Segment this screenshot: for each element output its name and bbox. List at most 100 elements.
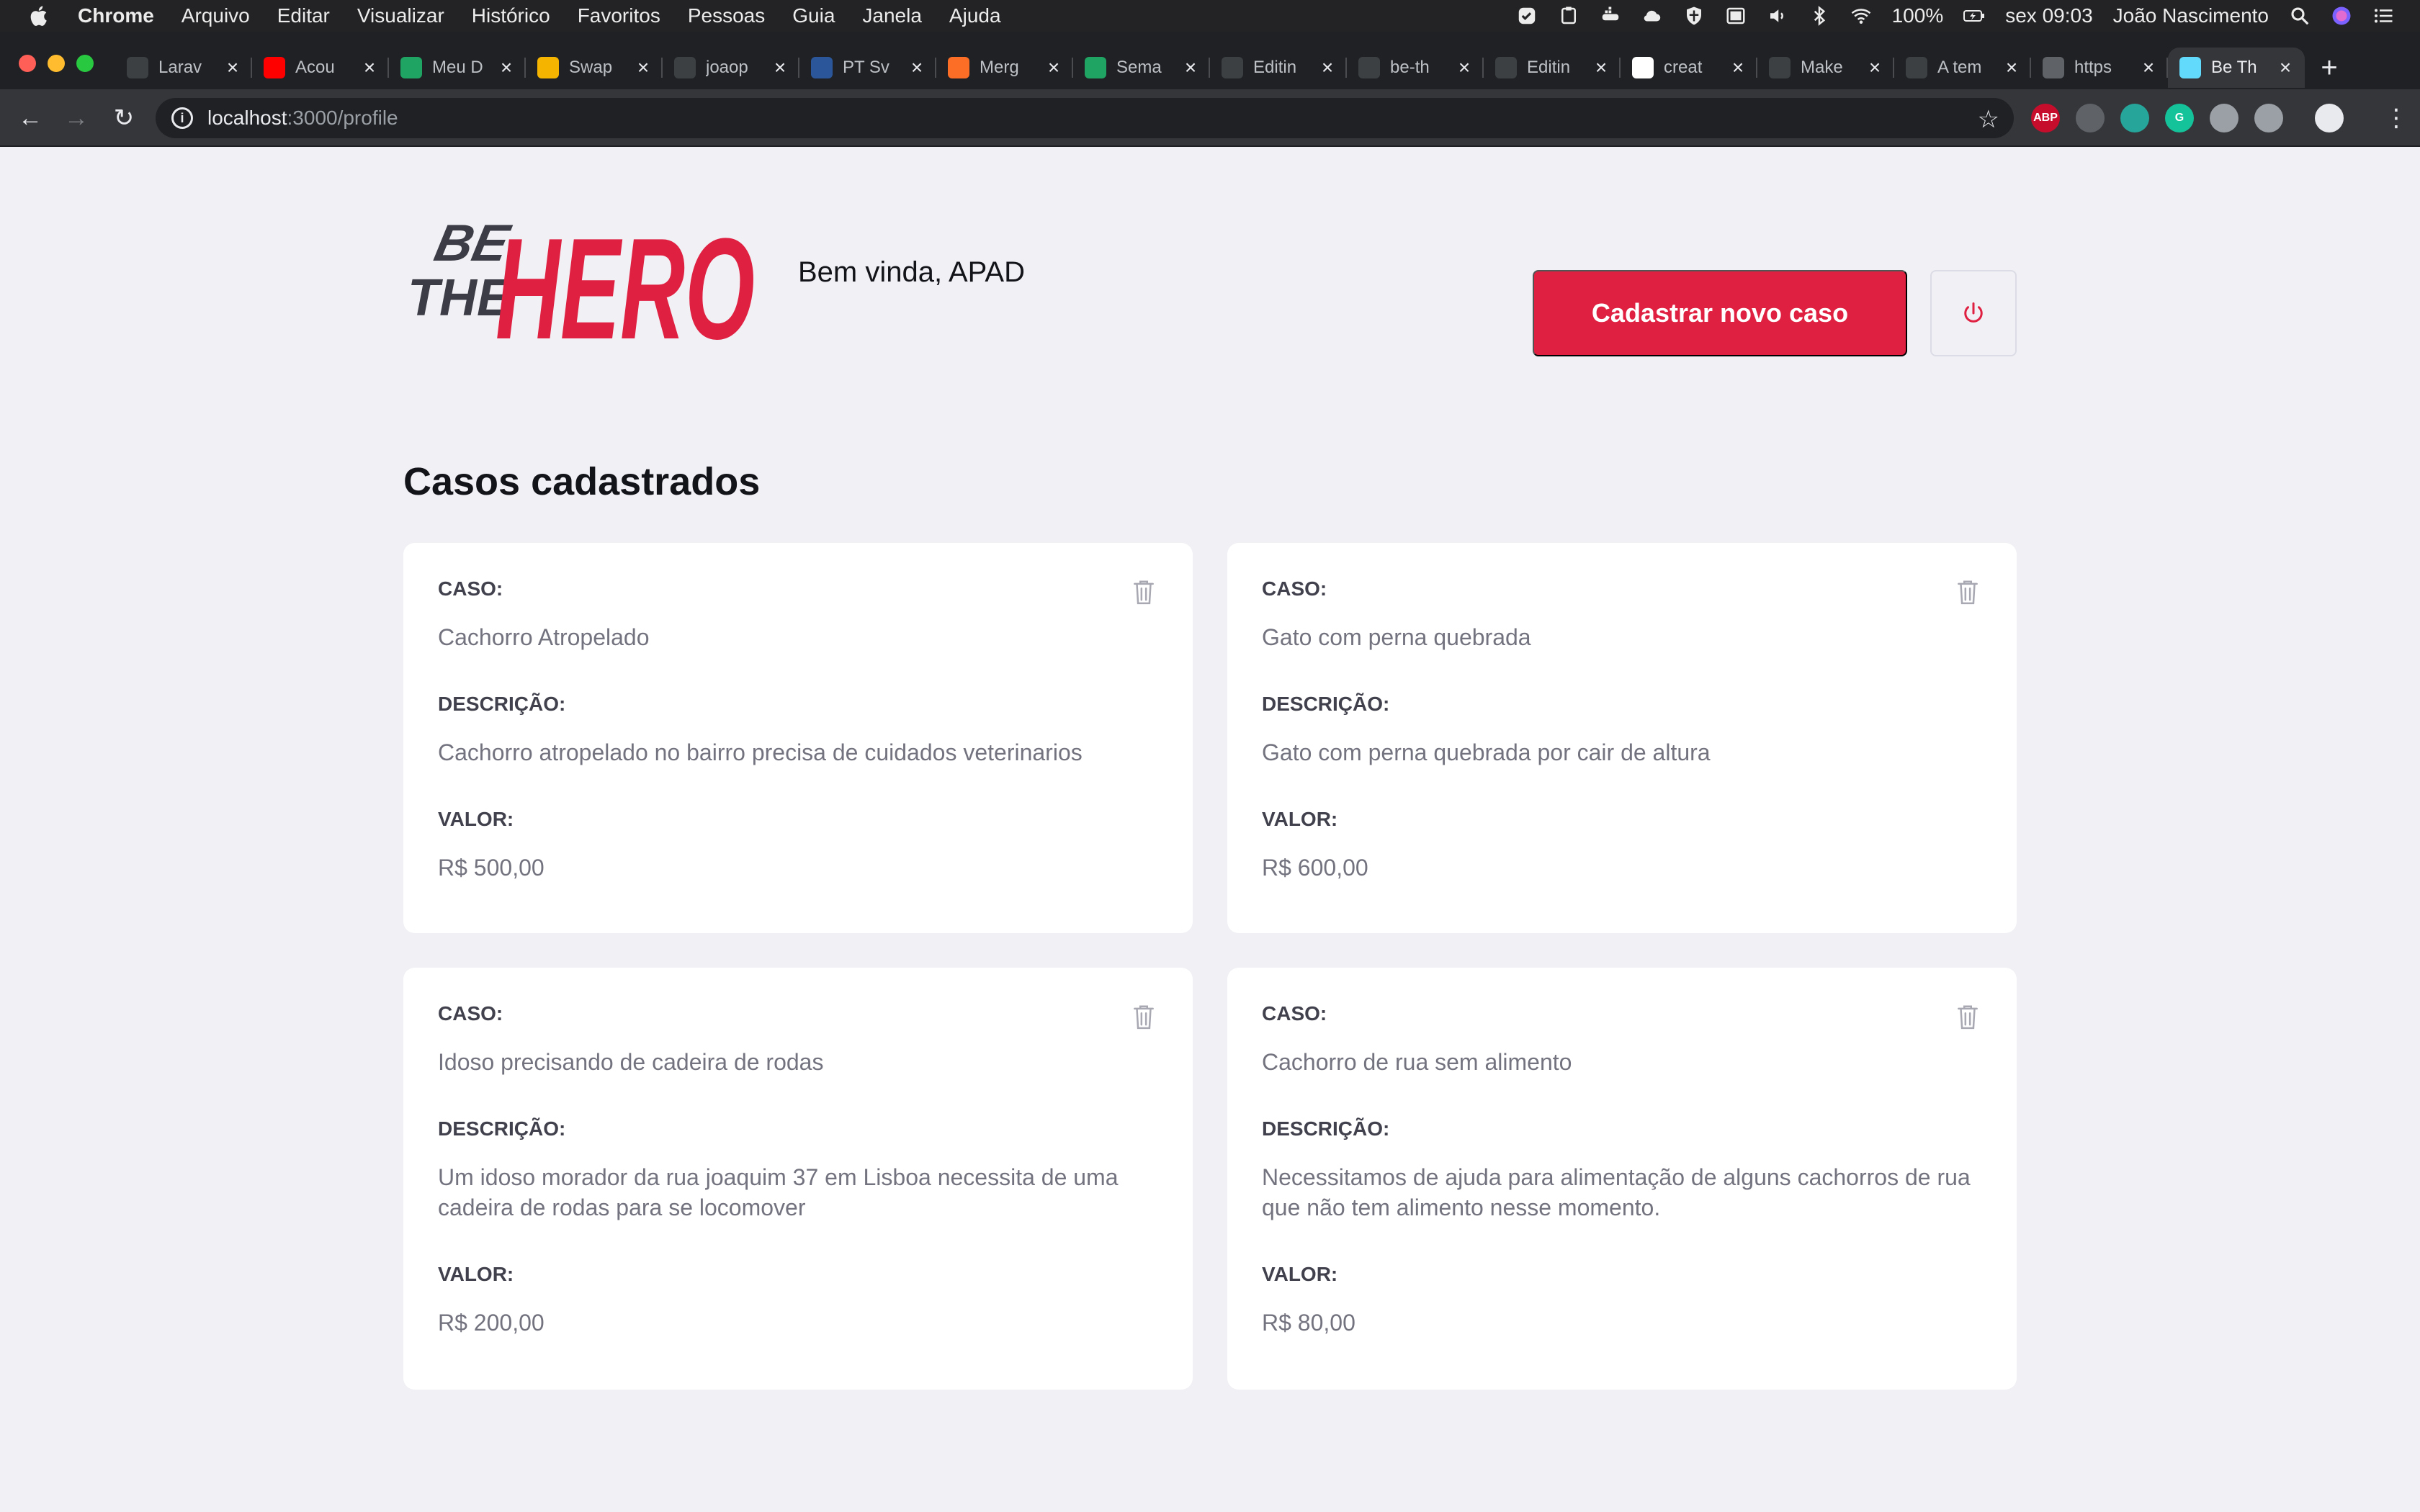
address-bar[interactable]: i localhost:3000/profile ☆ bbox=[156, 98, 2014, 138]
tab-close-icon[interactable]: × bbox=[908, 58, 926, 78]
forward-arrow-icon[interactable]: → bbox=[62, 104, 91, 132]
battery-charging-icon[interactable] bbox=[1963, 5, 1985, 27]
bluetooth-icon[interactable] bbox=[1809, 5, 1830, 27]
menu-historico[interactable]: Histórico bbox=[472, 4, 550, 27]
case-description: Um idoso morador da rua joaquim 37 em Li… bbox=[438, 1164, 1119, 1220]
adblock-icon[interactable]: ABP bbox=[2031, 104, 2060, 132]
todo-check-icon[interactable] bbox=[1516, 5, 1538, 27]
vpn-shield-icon[interactable] bbox=[1683, 5, 1705, 27]
browser-tab[interactable]: be-th × bbox=[1347, 48, 1484, 88]
value-label: VALOR: bbox=[1262, 808, 1338, 830]
tab-close-icon[interactable]: × bbox=[2002, 58, 2021, 78]
browser-tab[interactable]: A tem × bbox=[1894, 48, 2031, 88]
browser-tab[interactable]: Editin × bbox=[1210, 48, 1347, 88]
tab-close-icon[interactable]: × bbox=[223, 58, 242, 78]
register-new-case-button[interactable]: Cadastrar novo caso bbox=[1533, 270, 1907, 356]
spotlight-search-icon[interactable] bbox=[2289, 5, 2311, 27]
url-host[interactable]: localhost bbox=[207, 107, 287, 130]
browser-tab[interactable]: Merg × bbox=[936, 48, 1073, 88]
case-value-group: VALOR: R$ 80,00 bbox=[1262, 1263, 1982, 1338]
case-value-group: VALOR: R$ 600,00 bbox=[1262, 808, 1982, 883]
tab-close-icon[interactable]: × bbox=[360, 58, 379, 78]
reload-icon[interactable]: ↻ bbox=[109, 104, 138, 132]
browser-tab[interactable]: Acou × bbox=[252, 48, 389, 88]
case-title: Cachorro Atropelado bbox=[438, 624, 650, 650]
cases-list: CASO: Cachorro Atropelado DESCRIÇÃO: Cachor… bbox=[403, 543, 2017, 1390]
browser-tab[interactable]: Editin × bbox=[1484, 48, 1621, 88]
trash-icon bbox=[1134, 580, 1154, 605]
case-description: Necessitamos de ajuda para alimentação d… bbox=[1262, 1164, 1971, 1220]
tab-close-icon[interactable]: × bbox=[1455, 58, 1474, 78]
tab-close-icon[interactable]: × bbox=[1729, 58, 1747, 78]
browser-tab[interactable]: joaop × bbox=[663, 48, 799, 88]
display-icon[interactable] bbox=[1725, 5, 1747, 27]
extension-badge-icon[interactable] bbox=[2210, 104, 2238, 132]
apple-menu-icon[interactable] bbox=[27, 4, 52, 28]
browser-tab[interactable]: Larav × bbox=[115, 48, 252, 88]
tab-close-icon[interactable]: × bbox=[1865, 58, 1884, 78]
menu-ajuda[interactable]: Ajuda bbox=[949, 4, 1001, 27]
menu-app-chrome[interactable]: Chrome bbox=[78, 4, 154, 27]
menu-pessoas[interactable]: Pessoas bbox=[688, 4, 765, 27]
chrome-menu-icon[interactable]: ⋮ bbox=[2384, 102, 2408, 134]
value-label: VALOR: bbox=[1262, 1263, 1338, 1285]
paste-icon[interactable] bbox=[1558, 5, 1579, 27]
volume-icon[interactable] bbox=[1767, 5, 1788, 27]
globe-icon bbox=[2043, 57, 2064, 78]
tab-close-icon[interactable]: × bbox=[634, 58, 653, 78]
tab-title: Meu D bbox=[432, 58, 483, 77]
tab-close-icon[interactable]: × bbox=[1592, 58, 1610, 78]
menu-favoritos[interactable]: Favoritos bbox=[578, 4, 660, 27]
url-path[interactable]: :3000/profile bbox=[287, 107, 398, 130]
browser-tab[interactable]: PT Sv × bbox=[799, 48, 936, 88]
tab-close-icon[interactable]: × bbox=[2276, 58, 2295, 78]
browser-tab[interactable]: creat × bbox=[1621, 48, 1757, 88]
extension-icon[interactable] bbox=[2076, 104, 2105, 132]
grammarly-icon[interactable]: G bbox=[2165, 104, 2194, 132]
delete-case-button[interactable] bbox=[1129, 576, 1158, 608]
tab-close-icon[interactable]: × bbox=[2139, 58, 2158, 78]
back-arrow-icon[interactable]: ← bbox=[16, 104, 45, 132]
window-zoom-button[interactable] bbox=[76, 55, 94, 72]
browser-tab[interactable]: Be Th × bbox=[2168, 48, 2305, 88]
menu-visualizar[interactable]: Visualizar bbox=[357, 4, 444, 27]
user-name[interactable]: João Nascimento bbox=[2113, 4, 2269, 27]
case-value: R$ 200,00 bbox=[438, 1310, 544, 1336]
site-info-icon[interactable]: i bbox=[171, 107, 193, 129]
vue-devtools-icon[interactable] bbox=[2254, 104, 2283, 132]
browser-tab[interactable]: Sema × bbox=[1073, 48, 1210, 88]
tab-close-icon[interactable]: × bbox=[1318, 58, 1337, 78]
menu-arquivo[interactable]: Arquivo bbox=[182, 4, 250, 27]
browser-tab[interactable]: Meu D × bbox=[389, 48, 526, 88]
browser-tab[interactable]: Make × bbox=[1757, 48, 1894, 88]
notification-center-icon[interactable] bbox=[2372, 5, 2394, 27]
tab-close-icon[interactable]: × bbox=[497, 58, 516, 78]
window-close-button[interactable] bbox=[19, 55, 36, 72]
tab-close-icon[interactable]: × bbox=[1181, 58, 1200, 78]
cloud-icon[interactable] bbox=[1641, 5, 1663, 27]
new-tab-button[interactable]: + bbox=[2313, 52, 2345, 84]
browser-tab[interactable]: https × bbox=[2031, 48, 2168, 88]
tab-close-icon[interactable]: × bbox=[771, 58, 789, 78]
chat-icon bbox=[127, 57, 148, 78]
docker-icon[interactable] bbox=[1600, 5, 1621, 27]
siri-icon[interactable] bbox=[2331, 5, 2352, 27]
logout-button[interactable] bbox=[1930, 270, 2017, 356]
case-description-group: DESCRIÇÃO: Cachorro atropelado no bairro … bbox=[438, 693, 1158, 768]
tab-close-icon[interactable]: × bbox=[1044, 58, 1063, 78]
delete-case-button[interactable] bbox=[1129, 1001, 1158, 1032]
clock[interactable]: sex 09:03 bbox=[2005, 4, 2092, 27]
delete-case-button[interactable] bbox=[1953, 576, 1982, 608]
window-minimize-button[interactable] bbox=[48, 55, 65, 72]
delete-case-button[interactable] bbox=[1953, 1001, 1982, 1032]
wifi-icon[interactable] bbox=[1850, 5, 1872, 27]
profile-avatar-icon[interactable] bbox=[2315, 104, 2344, 132]
menu-guia[interactable]: Guia bbox=[792, 4, 835, 27]
bookmark-star-icon[interactable]: ☆ bbox=[1978, 105, 1999, 134]
case-value-group: VALOR: R$ 200,00 bbox=[438, 1263, 1158, 1338]
gitlab-icon bbox=[948, 57, 969, 78]
extension-teal-icon[interactable] bbox=[2120, 104, 2149, 132]
menu-janela[interactable]: Janela bbox=[862, 4, 922, 27]
menu-editar[interactable]: Editar bbox=[277, 4, 330, 27]
browser-tab[interactable]: Swap × bbox=[526, 48, 663, 88]
